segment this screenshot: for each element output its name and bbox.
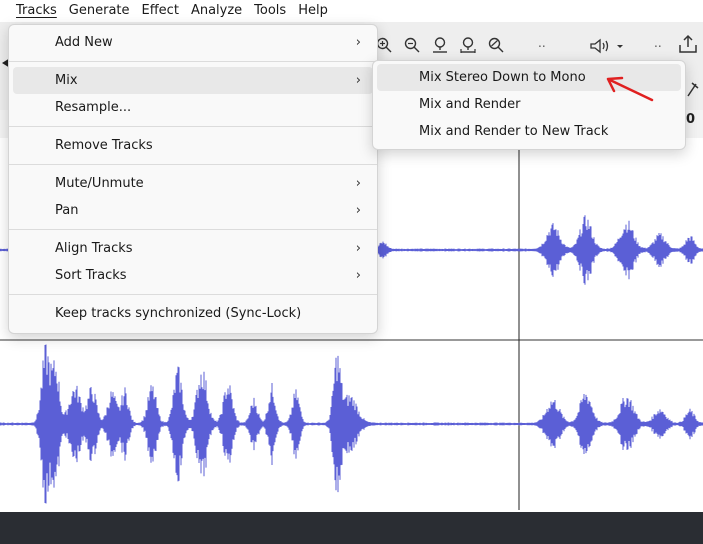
chevron-right-icon: › [355, 268, 361, 283]
menu-item-mute-unmute[interactable]: Mute/Unmute › [13, 170, 373, 197]
chevron-right-icon: › [355, 176, 361, 191]
menu-item-mix-render-new-track[interactable]: Mix and Render to New Track [377, 118, 681, 145]
menu-help[interactable]: Help [292, 0, 334, 22]
menu-tracks[interactable]: Tracks [0, 0, 63, 22]
menu-item-label: Keep tracks synchronized (Sync-Lock) [55, 306, 302, 321]
speaker-icon [590, 38, 623, 54]
ruler-digit: 0 [686, 112, 696, 127]
menu-item-label: Remove Tracks [55, 138, 153, 153]
menu-item-label: Mix and Render to New Track [419, 124, 609, 139]
menu-item-label: Pan [55, 203, 79, 218]
menu-item-label: Mix Stereo Down to Mono [419, 70, 586, 85]
menu-item-sync-lock[interactable]: Keep tracks synchronized (Sync-Lock) [13, 300, 373, 327]
menu-item-align-tracks[interactable]: Align Tracks › [13, 235, 373, 262]
menu-item-label: Resample... [55, 100, 132, 115]
menu-item-label: Align Tracks [55, 241, 133, 256]
menu-item-resample[interactable]: Resample... [13, 94, 373, 121]
menu-item-label: Mix and Render [419, 97, 521, 112]
share-audio-icon[interactable] [676, 32, 700, 56]
menu-separator [9, 164, 377, 165]
chevron-right-icon: › [355, 203, 361, 218]
chevron-right-icon: › [355, 241, 361, 256]
menu-item-add-new[interactable]: Add New › [13, 29, 373, 56]
chevron-right-icon: › [355, 73, 361, 88]
waveform-track [0, 344, 703, 504]
audio-setup-button[interactable] [570, 35, 646, 57]
status-bar [0, 512, 703, 544]
menu-bar: Tracks Generate Effect Analyze Tools Hel… [0, 0, 703, 22]
menu-analyze[interactable]: Analyze [185, 0, 248, 22]
menu-effect[interactable]: Effect [136, 0, 185, 22]
toolbar-grip-2: .. [654, 36, 662, 50]
menu-generate[interactable]: Generate [63, 0, 136, 22]
menu-separator [9, 61, 377, 62]
menu-item-label: Mix [55, 73, 78, 88]
zoom-out-icon[interactable] [402, 35, 422, 55]
tracks-menu: Add New › Mix › Resample... Remove Track… [8, 24, 378, 334]
menu-item-sort-tracks[interactable]: Sort Tracks › [13, 262, 373, 289]
menu-separator [9, 294, 377, 295]
menu-tools[interactable]: Tools [248, 0, 292, 22]
annotation-arrow-icon [606, 76, 654, 102]
toolbar-grip: .. [538, 36, 546, 50]
zoom-toggle-icon[interactable] [486, 35, 506, 55]
menu-item-label: Add New [55, 35, 113, 50]
multi-tool-icon[interactable] [684, 80, 702, 106]
menu-item-label: Sort Tracks [55, 268, 127, 283]
menu-item-mix[interactable]: Mix › [13, 67, 373, 94]
menu-item-remove-tracks[interactable]: Remove Tracks [13, 132, 373, 159]
menu-separator [9, 229, 377, 230]
zoom-fit-icon[interactable] [458, 35, 478, 55]
zoom-selection-icon[interactable] [430, 35, 450, 55]
menu-item-label: Mute/Unmute [55, 176, 144, 191]
chevron-right-icon: › [355, 35, 361, 50]
menu-separator [9, 126, 377, 127]
menu-item-pan[interactable]: Pan › [13, 197, 373, 224]
